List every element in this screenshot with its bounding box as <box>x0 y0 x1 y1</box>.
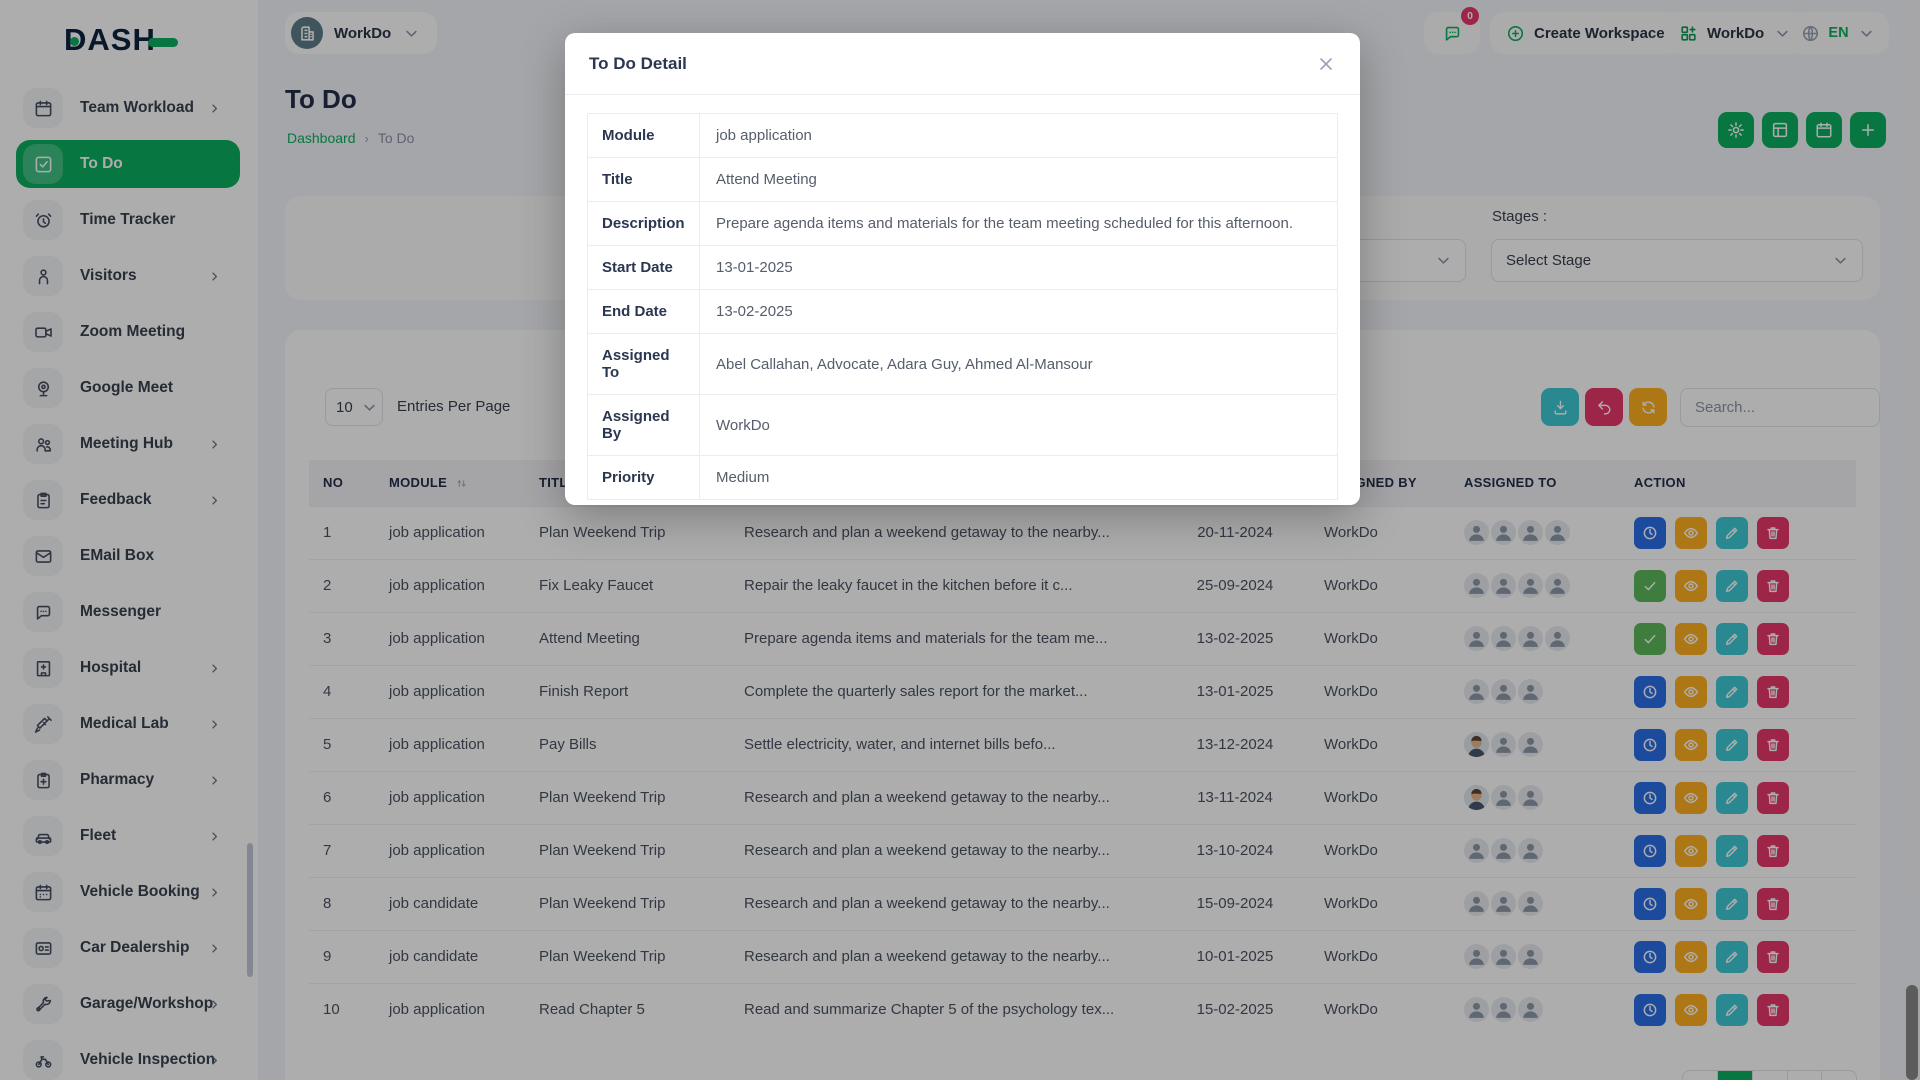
detail-value: Prepare agenda items and materials for t… <box>700 202 1338 246</box>
modal-header: To Do Detail <box>565 33 1360 95</box>
detail-value: 13-01-2025 <box>700 246 1338 290</box>
app-root: DASH Team WorkloadTo DoTime TrackerVisit… <box>0 0 1920 1080</box>
todo-detail-modal: To Do Detail Modulejob applicationTitleA… <box>565 33 1360 505</box>
detail-row: DescriptionPrepare agenda items and mate… <box>588 202 1338 246</box>
detail-label: Module <box>588 114 700 158</box>
detail-label: Assigned By <box>588 395 700 456</box>
detail-value: Abel Callahan, Advocate, Adara Guy, Ahme… <box>700 334 1338 395</box>
detail-label: Start Date <box>588 246 700 290</box>
modal-body: Modulejob applicationTitleAttend Meeting… <box>565 95 1360 518</box>
window-scrollbar[interactable] <box>1906 985 1918 1080</box>
detail-row: End Date13-02-2025 <box>588 290 1338 334</box>
detail-row: Assigned ToAbel Callahan, Advocate, Adar… <box>588 334 1338 395</box>
detail-table: Modulejob applicationTitleAttend Meeting… <box>587 113 1338 500</box>
modal-title: To Do Detail <box>589 54 687 74</box>
detail-label: Title <box>588 158 700 202</box>
detail-value: Attend Meeting <box>700 158 1338 202</box>
detail-value: WorkDo <box>700 395 1338 456</box>
detail-value: Medium <box>700 456 1338 500</box>
detail-row: PriorityMedium <box>588 456 1338 500</box>
detail-row: TitleAttend Meeting <box>588 158 1338 202</box>
close-icon[interactable] <box>1316 54 1336 74</box>
detail-value: job application <box>700 114 1338 158</box>
detail-label: Priority <box>588 456 700 500</box>
detail-row: Start Date13-01-2025 <box>588 246 1338 290</box>
detail-label: End Date <box>588 290 700 334</box>
detail-row: Modulejob application <box>588 114 1338 158</box>
detail-value: 13-02-2025 <box>700 290 1338 334</box>
detail-label: Assigned To <box>588 334 700 395</box>
detail-row: Assigned ByWorkDo <box>588 395 1338 456</box>
detail-label: Description <box>588 202 700 246</box>
